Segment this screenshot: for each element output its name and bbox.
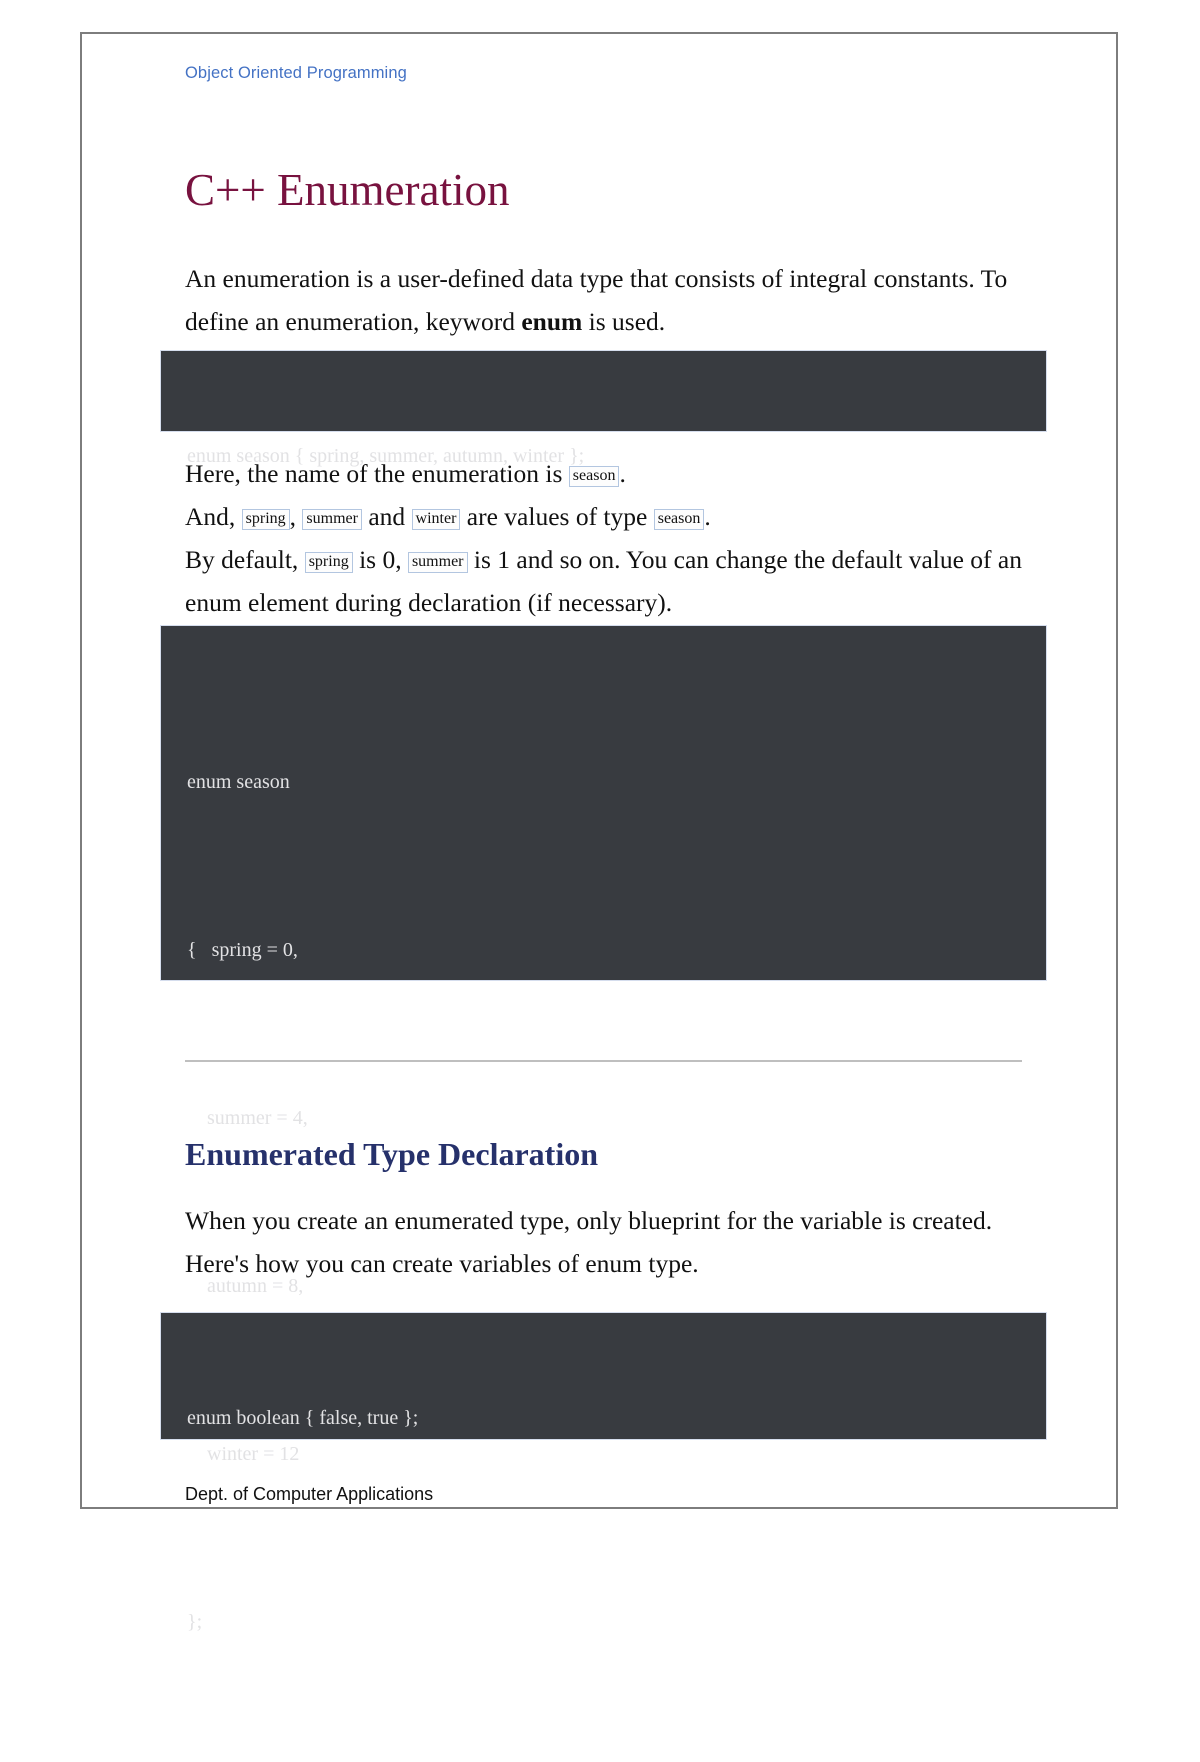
section2-paragraph-line-2: Here's how you can create variables of e…: [185, 1249, 699, 1278]
code-line: enum boolean { false, true };: [187, 1407, 419, 1429]
inline-code-spring: spring: [241, 509, 290, 530]
text-fragment: Here, the name of the enumeration is: [185, 459, 569, 488]
code-line: enum season: [187, 771, 290, 793]
text-fragment: And,: [185, 502, 242, 531]
document-running-header: Object Oriented Programming: [185, 64, 407, 82]
intro-line-2-suffix: is used.: [582, 307, 666, 336]
code-block-enum-season-expanded: enum season { spring = 0, summer = 4, au…: [160, 625, 1047, 1633]
enum-keyword: enum: [521, 307, 583, 336]
section-heading-enumerated-type-declaration: Enumerated Type Declaration: [185, 1136, 598, 1172]
inline-code-summer-2: summer: [407, 552, 468, 573]
inline-code-season-2: season: [653, 509, 705, 530]
inline-code-season: season: [568, 466, 620, 487]
text-fragment: is 1 and so on. You can change the defau…: [467, 545, 1022, 574]
text-fragment: are values of type: [460, 502, 654, 531]
text-fragment: By default,: [185, 545, 305, 574]
inline-code-summer: summer: [302, 509, 362, 530]
code-block-enum-boolean: enum boolean { false, true };: [160, 1312, 1047, 1440]
section-divider: [185, 1060, 1022, 1062]
intro-line-1: An enumeration is a user-defined data ty…: [185, 264, 1008, 293]
code-line: };: [187, 1611, 203, 1633]
intro-paragraph: An enumeration is a user-defined data ty…: [185, 257, 1047, 343]
inline-code-winter: winter: [411, 509, 461, 530]
page-title: C++ Enumeration: [185, 165, 510, 215]
page-frame: Object Oriented Programming C++ Enumerat…: [80, 32, 1118, 1633]
inline-code-spring-2: spring: [304, 552, 353, 573]
explanation-line-3: By default, spring is 0, summer is 1 and…: [185, 538, 1047, 581]
explanation-line-2: And, spring, summer and winter are value…: [185, 495, 1047, 538]
explanation-line-1: Here, the name of the enumeration is sea…: [185, 452, 1047, 495]
document-footer: Dept. of Computer Applications: [185, 1484, 434, 1504]
explanation-line-4: enum element during declaration (if nece…: [185, 588, 673, 617]
text-fragment: ,: [289, 502, 303, 531]
code-line: { spring = 0,: [187, 939, 298, 961]
text-fragment: is 0,: [352, 545, 408, 574]
intro-line-2-prefix: define an enumeration, keyword: [185, 307, 522, 336]
text-fragment: .: [704, 502, 711, 531]
section2-paragraph-line-1: When you create an enumerated type, only…: [185, 1206, 993, 1235]
text-fragment: and: [361, 502, 412, 531]
text-fragment: .: [619, 459, 626, 488]
code-block-enum-season-oneline: enum season { spring, summer, autumn, wi…: [160, 350, 1047, 467]
